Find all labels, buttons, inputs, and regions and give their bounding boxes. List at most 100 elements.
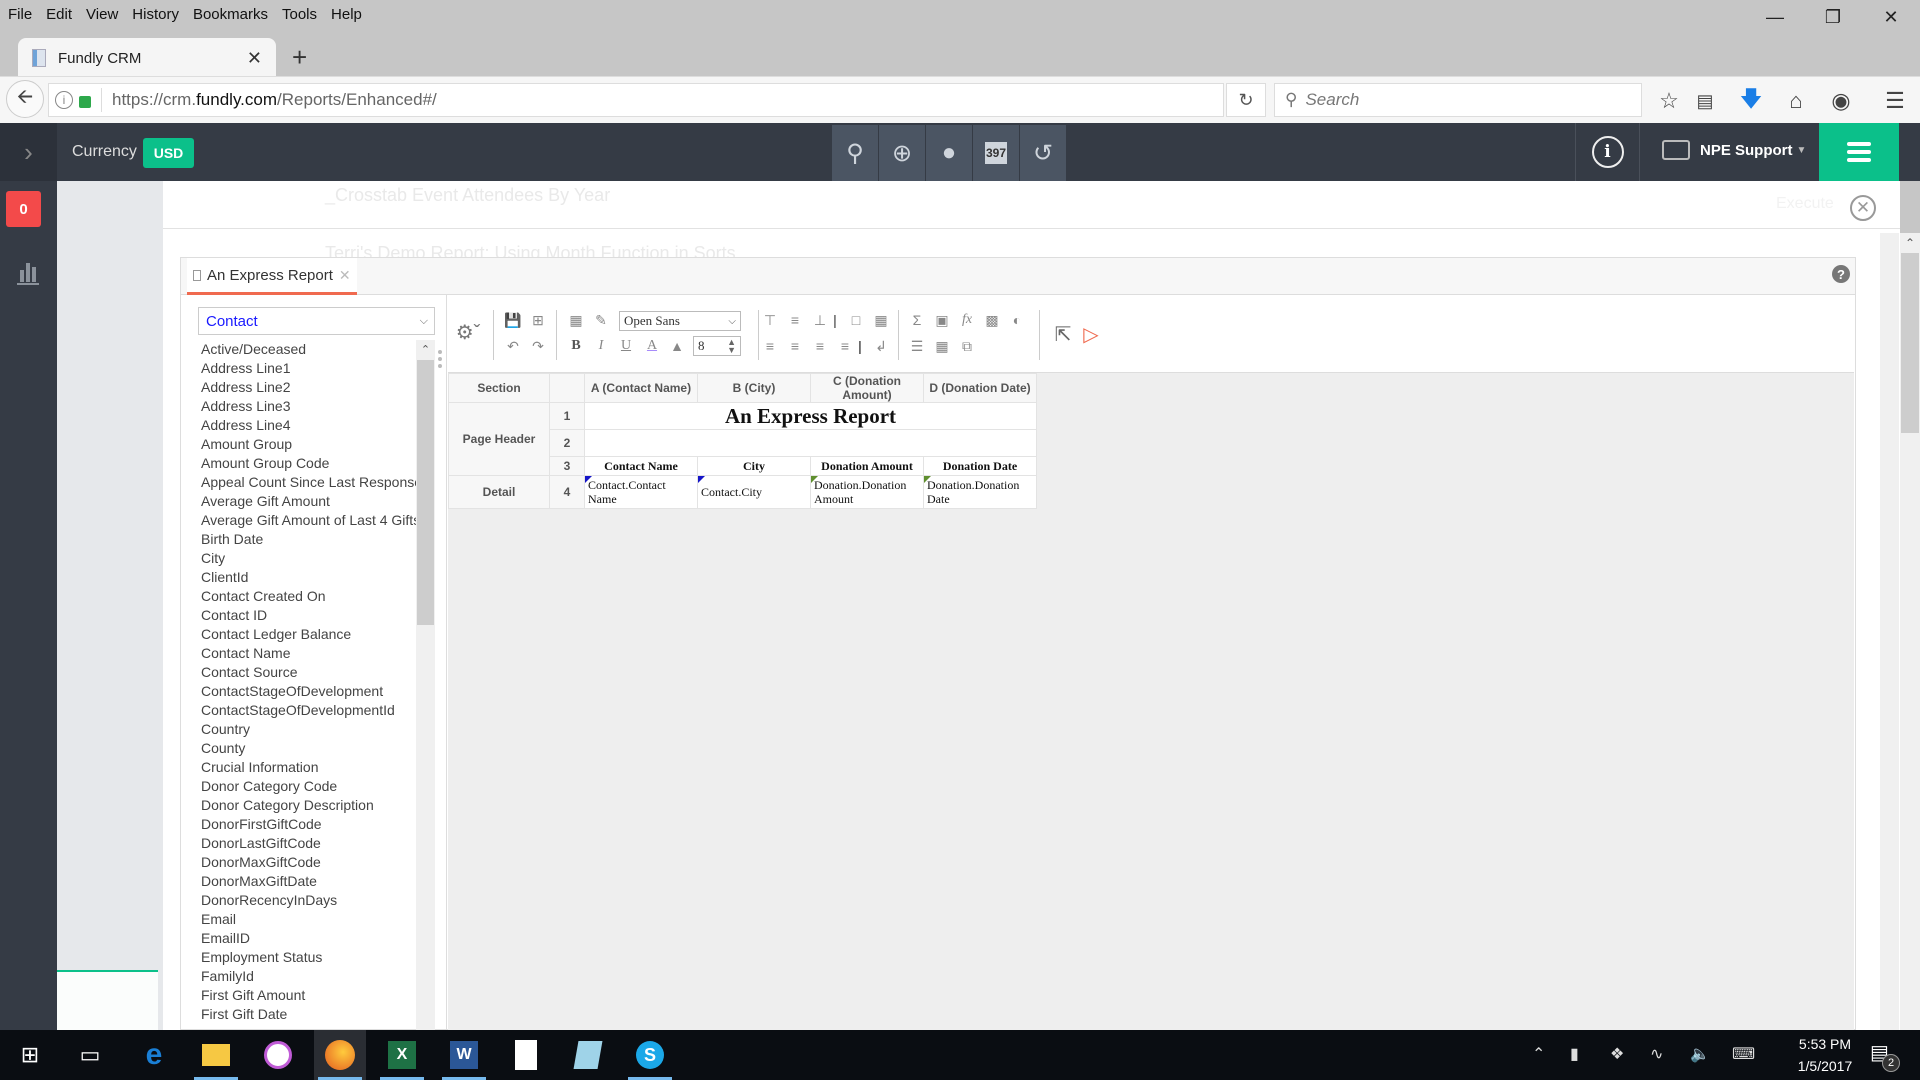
empty-row-cell[interactable] <box>584 429 1037 457</box>
battery-icon[interactable]: ▮ <box>1570 1044 1579 1064</box>
align-left-icon[interactable]: ≡ <box>760 336 780 356</box>
reload-button[interactable]: ↻ <box>1226 83 1266 117</box>
field-list-item[interactable]: Email <box>201 910 416 929</box>
field-list-item[interactable]: DonorRecencyInDays <box>201 891 416 910</box>
column-label-cell[interactable]: City <box>697 456 811 476</box>
scrollbar-thumb[interactable] <box>1901 253 1919 433</box>
align-bottom-icon[interactable]: ⊥ <box>810 310 830 330</box>
align-top-icon[interactable]: ⊤ <box>760 310 780 330</box>
field-list-item[interactable]: ContactStageOfDevelopmentId <box>201 701 416 720</box>
sum-icon[interactable]: Σ <box>907 310 927 330</box>
downloads-icon[interactable]: 🡇 <box>1736 86 1766 116</box>
field-list-item[interactable]: Donor Category Description <box>201 796 416 815</box>
function-icon[interactable]: fx <box>957 310 977 330</box>
field-list-item[interactable]: Contact ID <box>201 606 416 625</box>
gauge-icon[interactable]: ◐ <box>1007 310 1027 330</box>
pocket-icon[interactable]: ◉ <box>1826 86 1856 116</box>
field-list-item[interactable]: County <box>201 739 416 758</box>
field-list-item[interactable]: Crucial Information <box>201 758 416 777</box>
page-scrollbar[interactable]: ⌃ <box>1900 233 1920 1030</box>
app-menu-button[interactable] <box>1819 123 1899 181</box>
field-list-scrollbar[interactable]: ⌃ <box>416 340 435 1030</box>
underline-icon[interactable]: U <box>616 336 636 356</box>
field-list-item[interactable]: Donor Category Code <box>201 777 416 796</box>
redo-icon[interactable]: ↷ <box>528 336 548 356</box>
detail-field-cell[interactable]: Contact.Contact Name <box>584 475 698 509</box>
help-icon[interactable]: ? <box>1832 265 1850 283</box>
info-button[interactable]: i <box>1575 123 1640 181</box>
font-size-stepper[interactable]: 8 ▲ ▼ <box>693 336 741 356</box>
report-window-scrollbar[interactable] <box>1880 233 1899 1030</box>
bold-icon[interactable]: B <box>566 336 586 356</box>
cell-border-icon[interactable]: □ <box>846 310 866 330</box>
skype-icon[interactable]: S <box>624 1030 676 1080</box>
field-list-item[interactable]: First Gift Date <box>201 1005 416 1024</box>
browser-search-input[interactable]: ⚲ Search <box>1274 83 1642 117</box>
receipts-icon[interactable]: 397 <box>973 125 1019 181</box>
field-list-item[interactable]: First Gift Amount <box>201 986 416 1005</box>
column-header-d[interactable]: D (Donation Date) <box>923 373 1037 403</box>
edge-browser-icon[interactable]: e <box>128 1030 180 1080</box>
start-windows-icon[interactable]: ⊞ <box>4 1030 56 1080</box>
field-list-item[interactable]: Average Gift Amount <box>201 492 416 511</box>
column-label-cell[interactable]: Donation Date <box>923 456 1037 476</box>
field-list-item[interactable]: DonorFirstGiftCode <box>201 815 416 834</box>
calculator-icon[interactable] <box>500 1030 552 1080</box>
menu-file[interactable]: File <box>8 6 32 23</box>
show-hidden-icons[interactable]: ⌃ <box>1532 1044 1545 1064</box>
image-icon[interactable]: ▣ <box>932 310 952 330</box>
system-clock[interactable]: 5:53 PM 1/5/2017 <box>1770 1033 1880 1077</box>
close-window-button[interactable]: ✕ <box>1862 0 1920 34</box>
field-list-item[interactable]: Appeal Count Since Last Response <box>201 473 416 492</box>
bookmark-star-icon[interactable]: ☆ <box>1654 86 1684 116</box>
field-list-item[interactable]: Contact Name <box>201 644 416 663</box>
field-list-item[interactable]: Address Line3 <box>201 397 416 416</box>
menu-edit[interactable]: Edit <box>46 6 72 23</box>
reports-chart-icon[interactable] <box>15 258 41 286</box>
restore-button[interactable]: ❐ <box>1804 0 1862 34</box>
history-icon[interactable]: ↺ <box>1020 125 1066 181</box>
field-list-item[interactable]: City <box>201 549 416 568</box>
browser-menu-icon[interactable]: ☰ <box>1880 86 1910 116</box>
scrollbar-thumb[interactable] <box>417 360 434 625</box>
undo-icon[interactable]: ↶ <box>503 336 523 356</box>
url-bar[interactable]: i https://crm. fundly.com/Reports/Enhance… <box>48 83 1224 117</box>
add-row-icon[interactable]: ⊞ <box>528 310 548 330</box>
currency-badge[interactable]: USD <box>143 138 194 168</box>
home-icon[interactable]: ⌂ <box>1781 86 1811 116</box>
justify-icon[interactable]: ≡ <box>835 336 855 356</box>
word-icon[interactable]: W <box>438 1030 490 1080</box>
field-list-item[interactable]: Contact Ledger Balance <box>201 625 416 644</box>
settings-gear-icon[interactable]: ⚙ˇ <box>455 322 481 344</box>
column-label-cell[interactable]: Donation Amount <box>810 456 924 476</box>
field-list-item[interactable]: ContactStageOfDevelopment <box>201 682 416 701</box>
field-list-item[interactable]: Amount Group Code <box>201 454 416 473</box>
expand-sidebar-button[interactable]: › <box>0 123 57 181</box>
close-dialog-button[interactable]: ✕ <box>1850 195 1876 221</box>
new-tab-button[interactable]: + <box>292 42 307 73</box>
font-color-icon[interactable]: A <box>642 336 662 356</box>
field-list-item[interactable]: Contact Created On <box>201 587 416 606</box>
excel-icon[interactable]: X <box>376 1030 428 1080</box>
field-list-item[interactable]: Address Line4 <box>201 416 416 435</box>
field-list-item[interactable]: Amount Group <box>201 435 416 454</box>
export-icon[interactable]: ⇱ <box>1051 322 1075 346</box>
field-list-item[interactable]: Country <box>201 720 416 739</box>
format-painter-icon[interactable]: ✎ <box>591 310 611 330</box>
field-list-item[interactable]: Birth Date <box>201 530 416 549</box>
close-tab-icon[interactable]: ✕ <box>247 48 262 69</box>
add-circle-icon[interactable]: ⊕ <box>879 125 925 181</box>
font-family-select[interactable]: Open Sans ⌵ <box>619 311 741 331</box>
field-list-item[interactable]: Average Gift Amount of Last 4 Gifts <box>201 511 416 530</box>
align-center-icon[interactable]: ≡ <box>785 336 805 356</box>
action-center-icon[interactable]: ▤ 2 <box>1870 1040 1900 1072</box>
column-header-c[interactable]: C (Donation Amount) <box>810 373 924 403</box>
background-pattern-icon[interactable]: ▦ <box>566 310 586 330</box>
field-list-item[interactable]: DonorMaxGiftDate <box>201 872 416 891</box>
task-view-icon[interactable]: ▭ <box>64 1030 116 1080</box>
align-right-icon[interactable]: ≡ <box>810 336 830 356</box>
run-preview-icon[interactable]: ▷ <box>1079 322 1103 346</box>
itunes-icon[interactable] <box>252 1030 304 1080</box>
wifi-icon[interactable]: ∿ <box>1650 1044 1663 1064</box>
field-list-item[interactable]: DonorLastGiftCode <box>201 834 416 853</box>
